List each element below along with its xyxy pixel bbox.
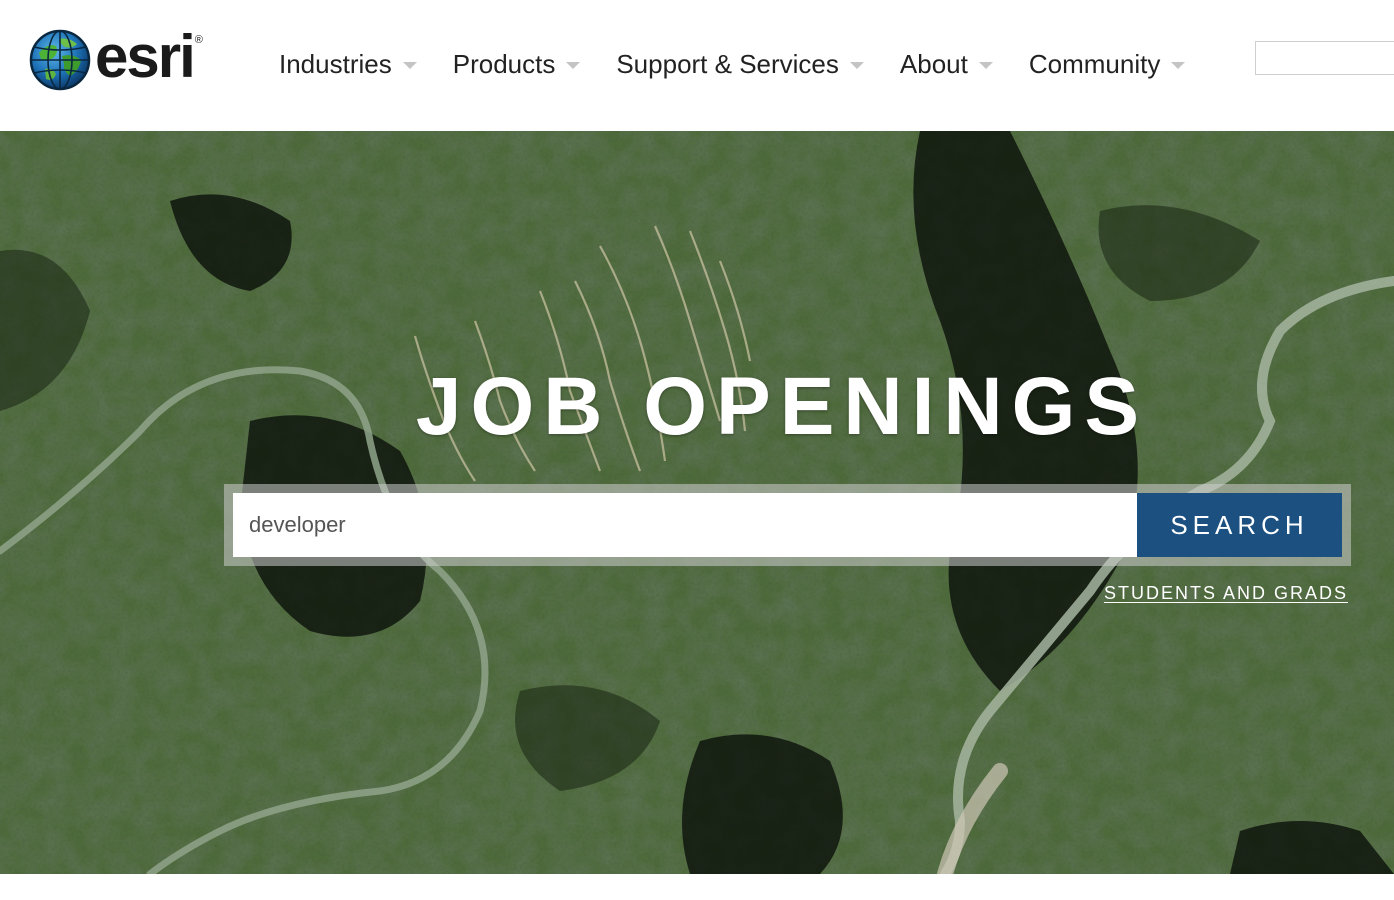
nav-item-community[interactable]: Community: [1028, 48, 1186, 80]
hero-banner: JOB OPENINGS SEARCH STUDENTS AND GRADS: [0, 131, 1394, 874]
nav-item-industries[interactable]: Industries: [279, 49, 417, 80]
chevron-down-icon: [978, 61, 993, 69]
nav-item-about[interactable]: About: [900, 49, 993, 80]
site-header: esri ® Industries Products Support & Ser…: [0, 0, 1394, 131]
main-nav: Industries Products Support & Services A…: [279, 44, 1186, 84]
job-search-bar: SEARCH: [224, 484, 1351, 566]
nav-label: Industries: [279, 48, 392, 79]
nav-label: Products: [452, 48, 556, 79]
nav-item-support-services[interactable]: Support & Services: [616, 49, 864, 80]
nav-label: About: [899, 48, 968, 79]
job-search-input[interactable]: [233, 493, 1137, 557]
page-title: JOB OPENINGS: [415, 361, 1149, 452]
site-search-input[interactable]: [1255, 41, 1394, 75]
chevron-down-icon: [1171, 61, 1186, 69]
registered-mark: ®: [194, 34, 203, 46]
nav-label: Community: [1028, 48, 1161, 79]
nav-item-products[interactable]: Products: [453, 49, 581, 80]
globe-icon: [29, 29, 91, 91]
logo-wordmark: esri: [95, 23, 196, 90]
search-button[interactable]: SEARCH: [1137, 493, 1342, 557]
chevron-down-icon: [402, 61, 417, 69]
nav-label: Support & Services: [616, 48, 839, 79]
chevron-down-icon: [566, 61, 581, 69]
esri-logo[interactable]: esri ®: [29, 27, 203, 93]
chevron-down-icon: [849, 61, 864, 69]
students-and-grads-link[interactable]: STUDENTS AND GRADS: [1104, 583, 1348, 604]
